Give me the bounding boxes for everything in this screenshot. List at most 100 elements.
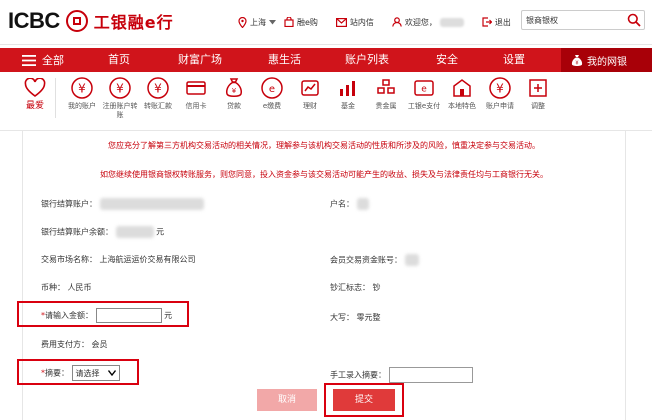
icon-shortcut-3[interactable]: ¥ 转账汇款: [138, 76, 178, 111]
icon-shortcut-6[interactable]: e e缴费: [252, 76, 292, 111]
card-icon: [184, 76, 208, 100]
manual-summary-input[interactable]: [388, 367, 473, 383]
redacted-bank-account: [99, 198, 204, 210]
finance-icon: [298, 76, 322, 100]
my-bank-button[interactable]: ¥ 我的网银: [561, 48, 652, 72]
icon-shortcut-label: 理财: [303, 102, 317, 110]
nav-hui-life[interactable]: 惠生活: [268, 48, 301, 72]
bank-account-label: 银行结算账户：: [41, 199, 97, 209]
account-name-label: 户名：: [330, 199, 354, 209]
icon-shortcut-2[interactable]: ¥ 注册账户转账: [100, 76, 140, 120]
submit-button[interactable]: 提交: [333, 389, 395, 411]
icon-shortcut-12[interactable]: ¥ 账户申请: [480, 76, 520, 111]
summary-select[interactable]: 请选择: [71, 365, 120, 381]
fee-payer-label: 费用支付方：: [41, 340, 89, 349]
balance-row: 银行结算账户余额： 元: [41, 226, 164, 238]
icon-shortcut-label: 注册账户转账: [102, 102, 138, 119]
logout-label: 退出: [494, 17, 511, 27]
nav-account-list[interactable]: 账户列表: [345, 48, 389, 72]
chevron-down-icon: [107, 370, 116, 376]
icon-shortcut-label: 贷款: [227, 102, 241, 110]
redacted-member-account: [404, 254, 419, 266]
currency-row: 币种： 人民币: [41, 282, 92, 293]
balance-unit: 元: [156, 227, 165, 237]
yen-circle-icon: ¥: [146, 76, 170, 100]
chevron-down-icon: [269, 19, 276, 24]
currency-label: 币种：: [41, 283, 65, 292]
svg-text:e: e: [269, 84, 275, 95]
user-icon: [392, 17, 402, 27]
money-bag-icon: ¥: [222, 76, 246, 100]
member-account-label: 会员交易资金账号：: [330, 255, 402, 265]
member-account-row: 会员交易资金账号：: [330, 254, 419, 266]
cash-flag-value: 钞: [372, 283, 381, 292]
svg-text:¥: ¥: [232, 87, 237, 95]
nav-all-menu[interactable]: 全部: [22, 48, 64, 72]
summary-selected-value: 请选择: [75, 368, 100, 378]
icon-shortcut-1[interactable]: ¥ 我的账户: [62, 76, 102, 111]
icon-shortcut-label: 我的账户: [68, 102, 96, 110]
city-label: 上海: [250, 17, 266, 27]
svg-text:e: e: [421, 85, 427, 95]
icon-shortcut-label: 贵金属: [375, 102, 397, 110]
fee-payer-row: 费用支付方： 会员: [41, 339, 108, 350]
icon-shortcut-13[interactable]: 调整: [518, 76, 558, 111]
svg-text:¥: ¥: [116, 82, 124, 96]
messages-link[interactable]: 站内信: [335, 17, 374, 28]
nav-wealth-square[interactable]: 财富广场: [178, 48, 222, 72]
top-links: 上海 融e购 站内信 欢迎您， 退出: [238, 0, 511, 44]
nav-security[interactable]: 安全: [436, 48, 458, 72]
nav-settings[interactable]: 设置: [503, 48, 525, 72]
icbc-seal-icon: [65, 10, 88, 32]
icon-shortcut-label: 信用卡: [185, 102, 207, 110]
yen-circle-icon: ¥: [488, 76, 512, 100]
search-box: [521, 10, 645, 30]
icon-shortcut-7[interactable]: 理财: [290, 76, 330, 111]
amount-label: 请输入金额：: [45, 311, 93, 320]
icon-row-divider: [55, 78, 56, 118]
icon-shortcut-4[interactable]: 信用卡: [176, 76, 216, 111]
logo-cn-text: 工银融e行: [93, 13, 174, 32]
summary-label: 摘要：: [45, 368, 69, 378]
favorites-label: 最爱: [25, 101, 44, 111]
amount-input[interactable]: [95, 308, 162, 323]
top-bar: ICBC 工银融e行 上海 融e购 站内信 欢迎您， 退出: [0, 0, 652, 45]
logout-icon: [482, 17, 492, 27]
account-name-row: 户名：: [330, 198, 369, 210]
city-selector[interactable]: 上海: [238, 16, 276, 28]
cancel-button[interactable]: 取消: [257, 389, 317, 411]
icon-shortcut-label: 工银e支付: [407, 102, 441, 110]
logout-link[interactable]: 退出: [482, 17, 511, 28]
icon-shortcut-8[interactable]: 基金: [328, 76, 368, 111]
search-icon[interactable]: [627, 13, 641, 27]
money-bag-icon: ¥: [571, 54, 583, 66]
bank-account-row: 银行结算账户：: [41, 198, 204, 210]
icon-shortcut-5[interactable]: ¥ 贷款: [214, 76, 254, 111]
balance-label: 银行结算账户余额：: [41, 227, 113, 237]
hamburger-menu-icon: [22, 54, 36, 66]
fee-payer-value: 会员: [91, 340, 108, 349]
user-welcome: 欢迎您，: [392, 17, 464, 28]
icon-shortcut-label: 转账汇款: [144, 102, 172, 110]
favorites-shortcut[interactable]: 最爱: [15, 76, 55, 111]
icon-shortcut-10[interactable]: e 工银e支付: [404, 76, 444, 111]
icbc-logo[interactable]: ICBC 工银融e行: [8, 8, 174, 34]
nav-home[interactable]: 首页: [108, 48, 130, 72]
amount-row: *请输入金额： 元: [41, 308, 172, 323]
rong-e-gou-link[interactable]: 融e购: [284, 17, 318, 28]
manual-summary-label: 手工录入摘要：: [330, 370, 386, 380]
welcome-label: 欢迎您，: [404, 17, 437, 27]
redacted-username: [439, 17, 464, 27]
e-pay-icon: e: [260, 76, 284, 100]
svg-text:¥: ¥: [78, 82, 86, 96]
logo-text: ICBC: [8, 8, 60, 33]
shopping-bag-icon: [284, 17, 294, 27]
svg-text:¥: ¥: [496, 82, 504, 96]
icon-shortcut-label: 调整: [531, 102, 545, 110]
icon-shortcut-11[interactable]: 本地特色: [442, 76, 482, 111]
gold-icon: [374, 76, 398, 100]
icon-shortcut-9[interactable]: 贵金属: [366, 76, 406, 111]
search-input[interactable]: [522, 11, 626, 29]
cash-flag-label: 钞汇标志：: [330, 283, 370, 292]
heart-icon: [24, 78, 46, 97]
